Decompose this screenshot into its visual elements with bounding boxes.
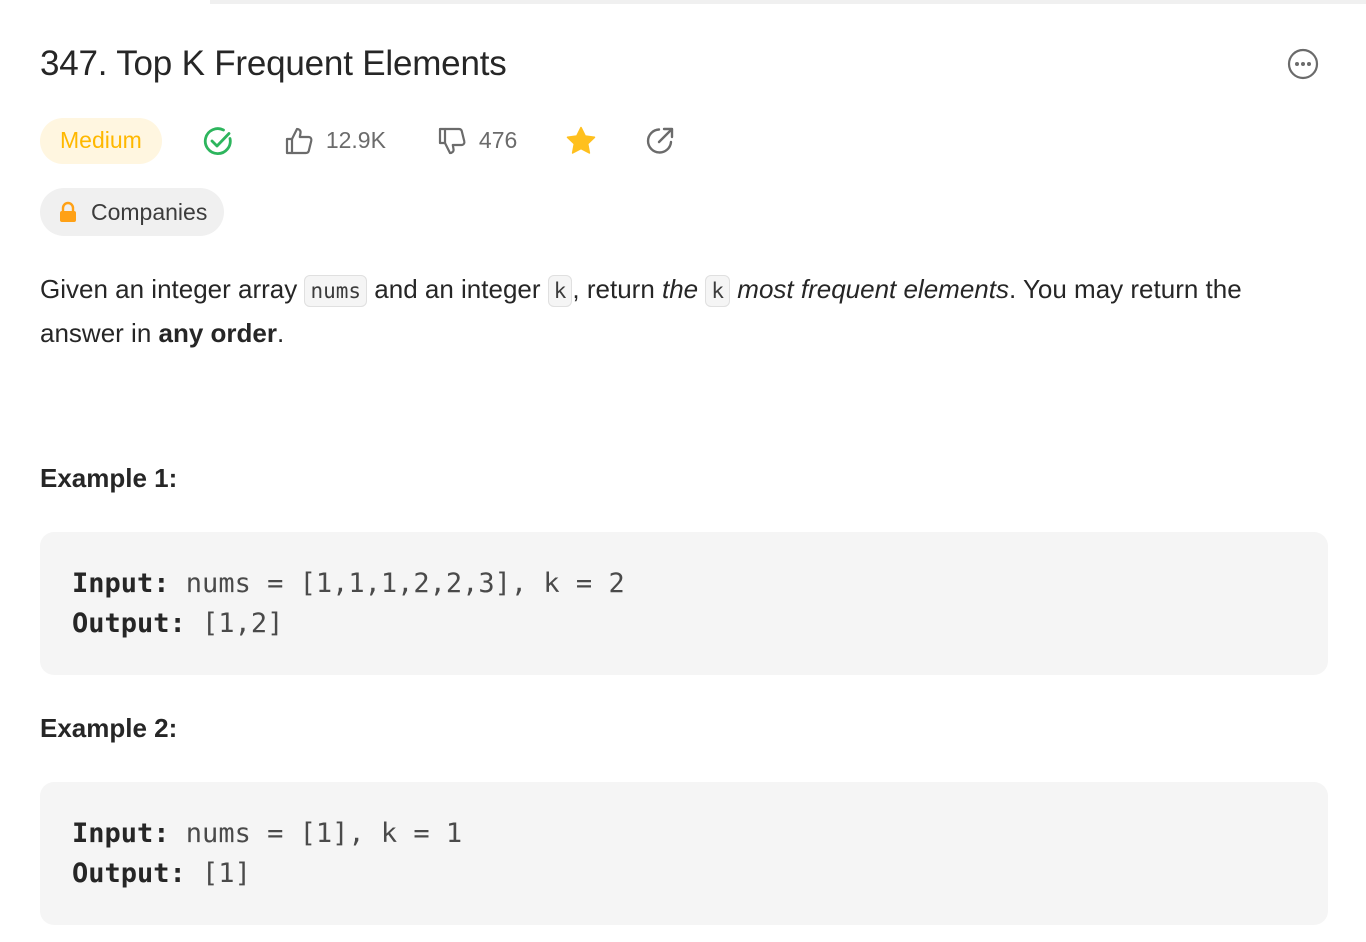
like-button[interactable]: 12.9K (283, 125, 386, 157)
companies-label: Companies (91, 198, 208, 225)
problem-description: Given an integer array nums and an integ… (40, 268, 1290, 354)
output-value: [1] (185, 858, 251, 889)
example-2-output: Output: [1] (72, 854, 1296, 894)
dislike-count: 476 (478, 127, 518, 153)
more-options-button[interactable] (1287, 48, 1319, 80)
example-2-title: Example 2: (40, 713, 178, 743)
solved-check-icon (203, 126, 232, 155)
desc-text: . (277, 318, 285, 348)
like-count: 12.9K (325, 127, 386, 153)
code-k: k (705, 275, 731, 307)
code-nums: nums (304, 275, 368, 307)
lock-icon (60, 201, 76, 222)
dislike-button[interactable]: 476 (436, 125, 517, 157)
top-divider (210, 0, 1366, 4)
problem-meta-bar: Medium 12.9K 476 (40, 117, 676, 164)
share-button[interactable] (644, 125, 676, 157)
thumbs-down-icon (438, 127, 466, 154)
example-2-input: Input: nums = [1], k = 1 (72, 814, 1296, 854)
problem-title: 347. Top K Frequent Elements (40, 44, 507, 83)
input-value: nums = [1,1,1,2,2,3], k = 2 (169, 568, 625, 599)
example-2-block: Input: nums = [1], k = 1 Output: [1] (40, 782, 1328, 925)
desc-text: and an integer (367, 274, 548, 304)
desc-strong: any order (158, 318, 278, 348)
companies-tag[interactable]: Companies (40, 188, 225, 236)
desc-emphasis: most frequent elements (737, 274, 1009, 304)
example-1-block: Input: nums = [1,1,1,2,2,3], k = 2 Outpu… (40, 532, 1328, 675)
output-value: [1,2] (185, 608, 284, 639)
output-label: Output: (72, 608, 186, 639)
input-label: Input: (72, 568, 170, 599)
difficulty-badge: Medium (40, 117, 162, 164)
output-label: Output: (72, 858, 186, 889)
input-label: Input: (72, 818, 170, 849)
input-value: nums = [1], k = 1 (169, 818, 463, 849)
more-options-icon (1287, 48, 1319, 80)
share-icon (647, 127, 674, 154)
solved-status (202, 125, 234, 157)
example-1-output: Output: [1,2] (72, 604, 1296, 644)
favorite-button[interactable] (565, 125, 597, 157)
code-k: k (547, 275, 573, 307)
desc-text: Given an integer array (40, 274, 305, 304)
desc-text: , return (572, 274, 662, 304)
star-icon (567, 126, 596, 154)
thumbs-up-icon (285, 127, 313, 154)
example-1-title: Example 1: (40, 463, 178, 493)
desc-emphasis: the (662, 274, 699, 304)
example-1-input: Input: nums = [1,1,1,2,2,3], k = 2 (72, 564, 1296, 604)
